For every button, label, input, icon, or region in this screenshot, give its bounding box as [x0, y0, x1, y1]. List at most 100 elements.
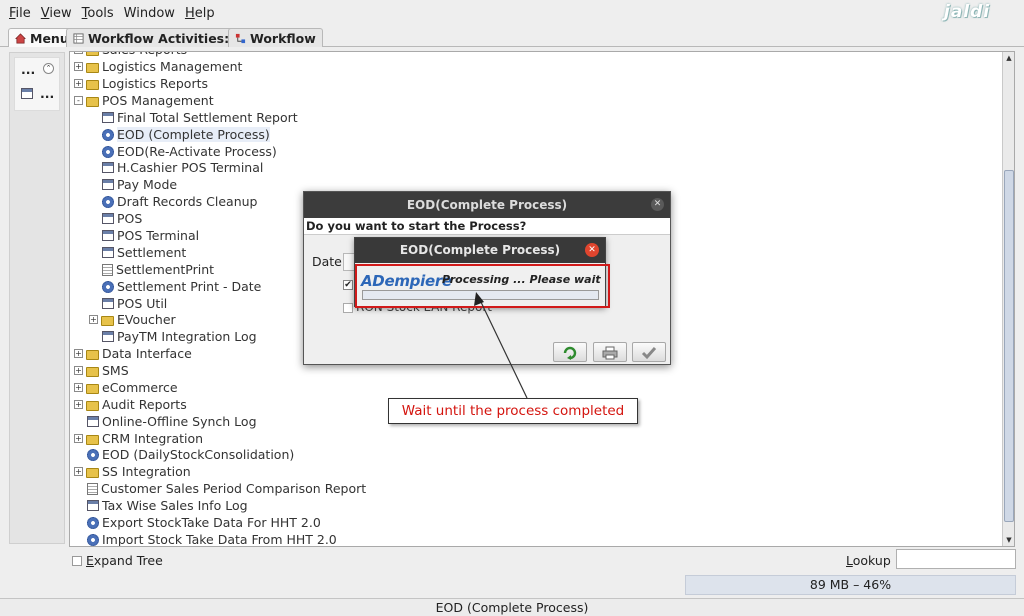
expand-tree-checkbox[interactable]: Expand Tree — [72, 553, 163, 568]
process-icon — [87, 533, 99, 546]
home-icon — [15, 32, 26, 43]
tree-scrollbar[interactable]: ▲ ▼ — [1002, 52, 1014, 546]
tree-item[interactable]: Settlement — [102, 244, 186, 261]
tree-item[interactable]: + eCommerce — [74, 379, 178, 396]
tab-workflow-activities[interactable]: Workflow Activities: 0 — [66, 28, 250, 47]
menu-window[interactable]: Window — [119, 6, 180, 21]
scroll-down-arrow-icon[interactable]: ▼ — [1003, 534, 1014, 546]
window-icon — [102, 298, 114, 309]
tree-item[interactable]: + SMS — [74, 362, 129, 379]
tree-item[interactable]: Export StockTake Data For HHT 2.0 — [87, 514, 321, 531]
collapse-icon[interactable]: - — [74, 96, 83, 105]
tree-item[interactable]: Tax Wise Sales Info Log — [87, 497, 248, 514]
window-icon — [102, 331, 114, 342]
tree-item[interactable]: EOD(Re-Activate Process) — [102, 143, 277, 160]
close-icon[interactable]: ✕ — [585, 243, 599, 257]
tree-item-label: Tax Wise Sales Info Log — [102, 498, 248, 513]
tree-item-label: Draft Records Cleanup — [117, 194, 258, 209]
tree-item[interactable]: Online-Offline Synch Log — [87, 413, 257, 430]
left-panel-item-1[interactable]: ... — [21, 62, 35, 77]
tree-item-label: POS Util — [117, 296, 168, 311]
tree-item[interactable]: Pay Mode — [102, 176, 177, 193]
grid-icon — [73, 32, 84, 44]
tree-item[interactable]: Final Total Settlement Report — [102, 109, 298, 126]
processing-dialog-title-bar[interactable]: EOD(Complete Process) ✕ — [355, 238, 605, 263]
ron-stock-ean-checkbox[interactable] — [343, 303, 353, 313]
process-icon — [102, 195, 114, 208]
printer-icon — [602, 346, 618, 360]
expand-icon[interactable]: + — [74, 383, 83, 392]
tree-item[interactable]: Import Stock Take Data From HHT 2.0 — [87, 531, 337, 547]
checkbox-box[interactable] — [72, 555, 82, 566]
tree-item[interactable]: SettlementPrint — [102, 261, 214, 278]
tree-item[interactable]: EOD (Complete Process) — [102, 126, 270, 143]
tree-item-label: SettlementPrint — [116, 262, 215, 277]
tree-item[interactable]: EOD (DailyStockConsolidation) — [87, 446, 294, 463]
folder-icon — [86, 400, 99, 411]
memory-indicator[interactable]: 89 MB – 46% — [685, 575, 1016, 595]
tree-item[interactable]: Settlement Print - Date — [102, 278, 261, 295]
expand-icon[interactable]: + — [89, 315, 98, 324]
window-icon — [102, 230, 114, 241]
scroll-thumb[interactable] — [1004, 170, 1014, 522]
tree-item[interactable]: PayTM Integration Log — [102, 328, 257, 345]
collapse-icon[interactable]: ⌃ — [43, 63, 54, 74]
tree-item-label: Import Stock Take Data From HHT 2.0 — [102, 532, 337, 547]
tree-item[interactable]: + Data Interface — [74, 345, 192, 362]
workflow-icon — [235, 33, 246, 43]
checkmark-icon — [641, 347, 657, 360]
scroll-up-arrow-icon[interactable]: ▲ — [1003, 52, 1014, 64]
tree-item[interactable]: + EVoucher — [89, 311, 176, 328]
expand-icon[interactable]: + — [74, 467, 83, 476]
tree-item[interactable]: + CRM Integration — [74, 430, 203, 447]
folder-icon — [86, 383, 99, 394]
report-icon — [87, 482, 98, 495]
lookup-label: Lookup — [846, 553, 891, 568]
menu-help[interactable]: Help — [180, 6, 220, 21]
tree-item[interactable]: POS Util — [102, 295, 167, 312]
tree-item-label: POS Management — [102, 93, 214, 108]
left-panel-item-2[interactable]: ... — [21, 86, 54, 101]
tree-item[interactable]: Draft Records Cleanup — [102, 193, 258, 210]
menu-tools[interactable]: Tools — [77, 6, 119, 21]
folder-icon — [86, 79, 99, 90]
close-icon[interactable]: ✕ — [651, 198, 664, 211]
tree-item[interactable]: POS — [102, 210, 142, 227]
tab-bar: Menu Workflow Activities: 0 Workflow — [0, 27, 1024, 47]
expand-icon[interactable]: + — [74, 79, 83, 88]
tree-item-label: CRM Integration — [102, 431, 204, 446]
tree-item-label: Pay Mode — [117, 177, 178, 192]
tree-item-label: EOD (Complete Process) — [117, 127, 270, 142]
folder-icon — [86, 62, 99, 73]
tree-item-label: Customer Sales Period Comparison Report — [101, 481, 367, 496]
tree-item-label: POS — [117, 211, 143, 226]
menu-file[interactable]: File — [4, 6, 36, 21]
tree-item[interactable]: H.Cashier POS Terminal — [102, 159, 263, 176]
expand-icon[interactable]: + — [74, 52, 83, 54]
expand-icon[interactable]: + — [74, 349, 83, 358]
tree-item[interactable]: + Sales Reports — [74, 52, 187, 58]
ok-button[interactable] — [632, 342, 666, 362]
lookup-input[interactable] — [896, 549, 1016, 569]
parameter-checkbox[interactable]: ✔ — [343, 280, 353, 290]
window-icon — [102, 247, 114, 258]
tree-item-label: Logistics Management — [102, 59, 243, 74]
dialog-title-bar[interactable]: EOD(Complete Process) ✕ — [304, 192, 670, 218]
tree-item[interactable]: POS Terminal — [102, 227, 199, 244]
expand-icon[interactable]: + — [74, 434, 83, 443]
tree-item[interactable]: + Logistics Management — [74, 58, 242, 75]
tree-item[interactable]: + Logistics Reports — [74, 75, 208, 92]
print-button[interactable] — [593, 342, 627, 362]
expand-icon[interactable]: + — [74, 400, 83, 409]
tree-item[interactable]: + Audit Reports — [74, 396, 187, 413]
tree-item[interactable]: - POS Management — [74, 92, 214, 109]
tree-item[interactable]: + SS Integration — [74, 463, 191, 480]
refresh-arrow-icon — [563, 346, 577, 360]
tree-item[interactable]: Customer Sales Period Comparison Report — [87, 480, 366, 497]
expand-icon[interactable]: + — [74, 366, 83, 375]
expand-icon[interactable]: + — [74, 62, 83, 71]
menu-view[interactable]: View — [36, 6, 77, 21]
start-process-button[interactable] — [553, 342, 587, 362]
tab-workflow[interactable]: Workflow — [228, 28, 323, 47]
tree-item-label: SMS — [102, 363, 129, 378]
